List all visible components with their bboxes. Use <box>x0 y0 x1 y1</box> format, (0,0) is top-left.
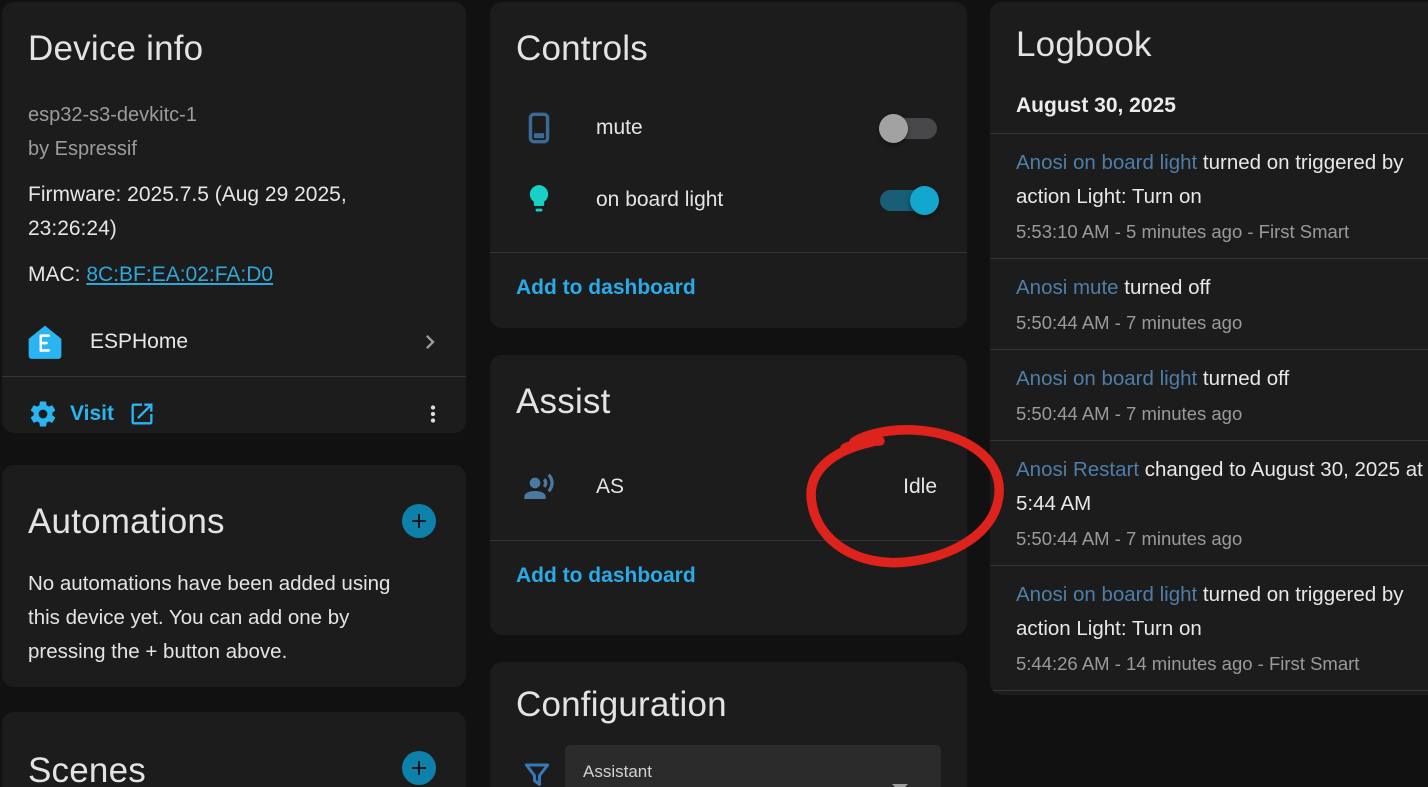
assist-entity-state: Idle <box>903 475 937 499</box>
esphome-logo-icon <box>26 323 64 361</box>
configuration-card: Configuration Assistant <box>490 662 967 787</box>
integration-name: ESPHome <box>90 330 188 354</box>
controls-card: Controls mute <box>490 2 967 328</box>
visit-label: Visit <box>70 402 114 426</box>
add-automation-button[interactable] <box>402 504 436 538</box>
lightbulb-icon <box>522 183 556 217</box>
assist-title: Assist <box>516 381 941 423</box>
add-to-dashboard-link[interactable]: Add to dashboard <box>516 564 696 588</box>
logbook-entry: Anosi mute turned off 5:50:44 AM - 7 min… <box>990 258 1428 349</box>
logbook-entity-link[interactable]: Anosi on board light <box>1016 367 1197 390</box>
entity-label: on board light <box>596 188 723 212</box>
device-info-card: Device info esp32-s3-devkitc-1 by Espres… <box>2 2 466 433</box>
device-manufacturer: by Espressif <box>28 132 440 166</box>
assist-row-as: AS Idle <box>516 455 941 519</box>
integration-row-esphome[interactable]: ESPHome <box>2 308 466 376</box>
logbook-timestamp: 5:53:10 AM - 5 minutes ago - First Smart <box>1016 218 1428 245</box>
logbook-title: Logbook <box>1016 24 1428 66</box>
logbook-card: Logbook August 30, 2025 Anosi on board l… <box>990 2 1428 695</box>
control-row-mute: mute <box>516 92 941 164</box>
logbook-entity-link[interactable]: Anosi on board light <box>1016 151 1197 174</box>
logbook-entity-link[interactable]: Anosi Restart <box>1016 458 1139 481</box>
open-in-new-icon <box>128 400 156 428</box>
add-scene-button[interactable] <box>402 751 436 785</box>
device-info-title: Device info <box>28 28 440 70</box>
automations-card: Automations No automations have been add… <box>2 465 466 687</box>
person-voice-icon <box>522 470 556 504</box>
entity-label: mute <box>596 116 643 140</box>
assistant-select[interactable]: Assistant <box>565 745 941 787</box>
logbook-message: turned off <box>1197 367 1289 390</box>
on-board-light-toggle[interactable] <box>880 190 937 211</box>
control-row-on-board-light: on board light <box>516 164 941 236</box>
mute-toggle[interactable] <box>880 118 937 139</box>
logbook-message: turned off <box>1119 276 1211 299</box>
configuration-title: Configuration <box>516 684 941 726</box>
logbook-entry: Anosi on board light turned on triggered… <box>990 565 1428 690</box>
mac-label: MAC: <box>28 263 86 286</box>
logbook-timestamp: 5:44:26 AM - 14 minutes ago - First Smar… <box>1016 650 1428 677</box>
plus-icon <box>407 509 431 533</box>
siren-icon <box>522 111 556 145</box>
mac-address-link[interactable]: 8C:BF:EA:02:FA:D0 <box>86 263 273 286</box>
automations-title: Automations <box>28 501 440 543</box>
controls-title: Controls <box>516 28 941 70</box>
logbook-timestamp: 5:50:44 AM - 7 minutes ago <box>1016 309 1428 336</box>
visit-row: Visit <box>2 377 466 433</box>
plus-icon <box>407 756 431 780</box>
funnel-icon <box>522 760 552 787</box>
chevron-right-icon <box>416 328 444 356</box>
gear-icon <box>28 399 58 429</box>
toggle-knob <box>910 186 939 215</box>
device-mac-row: MAC: 8C:BF:EA:02:FA:D0 <box>28 258 440 292</box>
assistant-select-label: Assistant <box>583 762 652 782</box>
scenes-card: Scenes <box>2 712 466 787</box>
visit-link[interactable]: Visit <box>28 399 156 429</box>
assist-entity-label: AS <box>596 475 624 499</box>
logbook-timestamp: 5:50:44 AM - 7 minutes ago <box>1016 525 1428 552</box>
add-to-dashboard-link[interactable]: Add to dashboard <box>516 276 696 300</box>
device-firmware: Firmware: 2025.7.5 (Aug 29 2025, 23:26:2… <box>28 178 440 246</box>
logbook-timestamp: 5:50:44 AM - 7 minutes ago <box>1016 400 1428 427</box>
logbook-entity-link[interactable]: Anosi on board light <box>1016 583 1197 606</box>
logbook-entry: Anosi on board light turned on triggered… <box>990 133 1428 258</box>
assist-card: Assist AS Idle Add to dashboard <box>490 355 967 635</box>
automations-empty-text: No automations have been added using thi… <box>28 567 440 669</box>
logbook-date-header: August 30, 2025 <box>1016 94 1428 118</box>
device-name: esp32-s3-devkitc-1 <box>28 98 440 132</box>
logbook-entry: Anosi Restart changed to August 30, 2025… <box>990 440 1428 565</box>
logbook-entity-link[interactable]: Anosi mute <box>1016 276 1119 299</box>
toggle-knob <box>879 114 908 143</box>
logbook-entries: Anosi on board light turned on triggered… <box>990 133 1428 691</box>
scenes-title: Scenes <box>28 750 440 787</box>
logbook-entry: Anosi on board light turned off 5:50:44 … <box>990 349 1428 440</box>
dots-vertical-menu-icon[interactable] <box>420 401 446 427</box>
